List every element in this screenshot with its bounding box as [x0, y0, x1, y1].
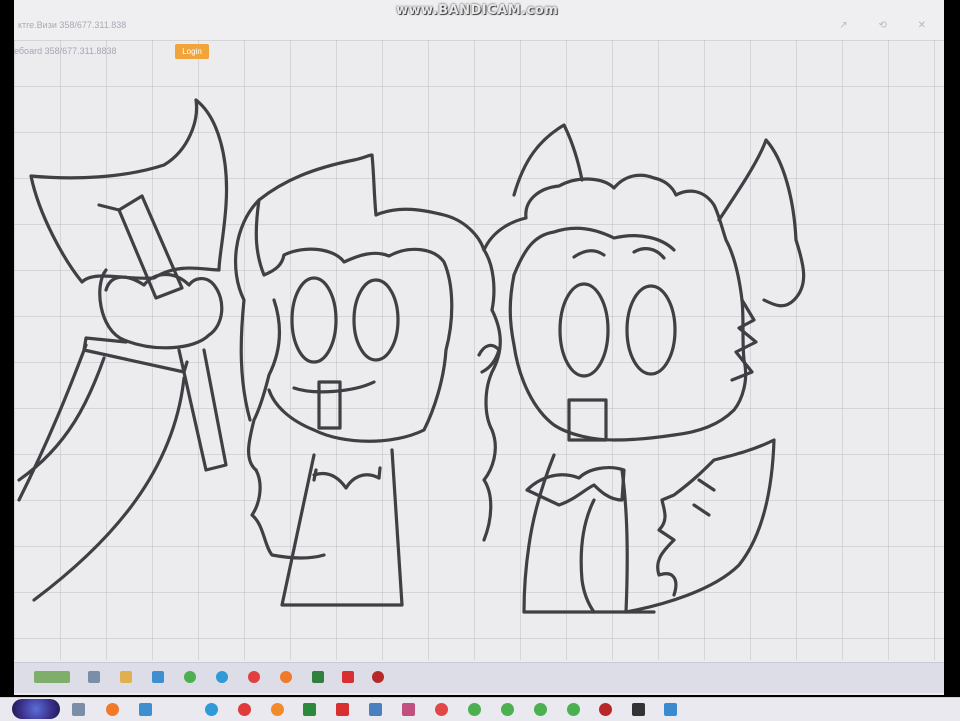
chrome-icon[interactable] — [184, 671, 196, 683]
opera-icon[interactable] — [248, 671, 260, 683]
file-icon[interactable] — [88, 671, 100, 683]
firefox-icon[interactable] — [280, 671, 292, 683]
app-icon[interactable] — [632, 703, 645, 716]
inner-taskbar — [14, 662, 944, 693]
notepad-icon[interactable] — [369, 703, 382, 716]
chrome-icon[interactable] — [468, 703, 481, 716]
youtube-icon[interactable] — [336, 703, 349, 716]
yandex-icon[interactable] — [238, 703, 251, 716]
bandicam-watermark: www.BANDICAM.com — [396, 3, 559, 18]
app-icon[interactable] — [312, 671, 324, 683]
sketch-drawing — [17, 98, 806, 614]
youtube-icon[interactable] — [342, 671, 354, 683]
app-icon[interactable] — [34, 671, 70, 683]
store-icon[interactable] — [139, 703, 152, 716]
chrome-icon[interactable] — [567, 703, 580, 716]
axe-drawing — [17, 98, 229, 602]
record-icon[interactable] — [599, 703, 612, 716]
firefox-icon[interactable] — [106, 703, 119, 716]
app-icon[interactable] — [303, 703, 316, 716]
girl-character-drawing — [233, 153, 502, 607]
store-icon[interactable] — [152, 671, 164, 683]
edge-icon[interactable] — [216, 671, 228, 683]
fox-character-drawing — [482, 123, 806, 614]
chrome-icon[interactable] — [501, 703, 514, 716]
outer-taskbar — [0, 697, 960, 721]
screen: ктrе.Визи 358/677.311.838 ↗ ⟲ ✕ ебoard 3… — [0, 0, 960, 721]
opera-icon[interactable] — [435, 703, 448, 716]
firefox-icon[interactable] — [271, 703, 284, 716]
file-icon[interactable] — [72, 703, 85, 716]
start-logo-icon[interactable] — [12, 699, 60, 719]
record-icon[interactable] — [372, 671, 384, 683]
app-icon[interactable] — [664, 703, 677, 716]
folder-icon[interactable] — [120, 671, 132, 683]
chrome-icon[interactable] — [534, 703, 547, 716]
whiteboard-window: ктrе.Визи 358/677.311.838 ↗ ⟲ ✕ ебoard 3… — [14, 0, 944, 695]
app-icon[interactable] — [402, 703, 415, 716]
edge-icon[interactable] — [205, 703, 218, 716]
